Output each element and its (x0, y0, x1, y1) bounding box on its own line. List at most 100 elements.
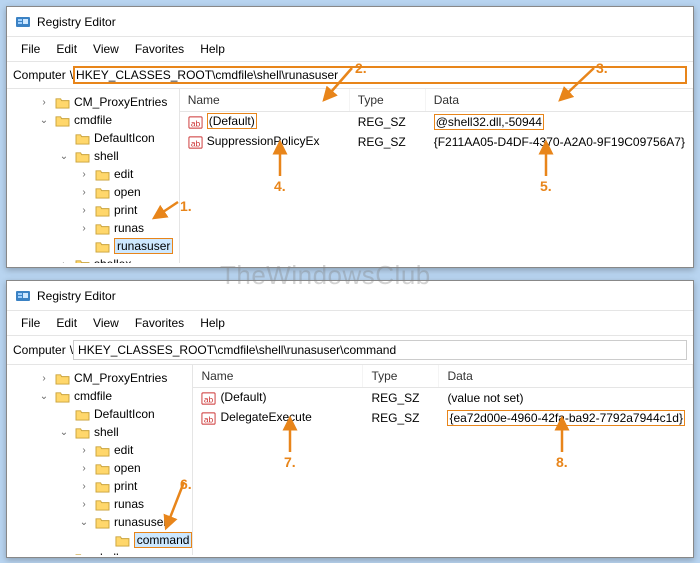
chevron-right-icon[interactable]: › (77, 169, 91, 180)
chevron-right-icon[interactable]: › (37, 97, 51, 108)
tree-item[interactable]: ⌄ cmdfile (7, 387, 192, 405)
tree-item[interactable]: ⌄ cmdfile (7, 111, 179, 129)
tree-label: DefaultIcon (94, 407, 155, 421)
tree-label: runas (114, 497, 144, 511)
cell-name: abSuppressionPolicyEx (180, 134, 350, 149)
tree-pane[interactable]: ›CM_ProxyEntries ⌄ cmdfile DefaultIcon ⌄s… (7, 365, 193, 555)
tree-label: runasuser (114, 238, 173, 254)
chevron-down-icon[interactable]: ⌄ (37, 115, 51, 126)
tree-label: CM_ProxyEntries (74, 95, 167, 109)
menubar: File Edit View Favorites Help (7, 311, 693, 336)
chevron-right-icon[interactable]: › (77, 205, 91, 216)
list-pane[interactable]: Name Type Data ab(Default) REG_SZ @shell… (180, 89, 693, 263)
menu-help[interactable]: Help (192, 313, 233, 333)
tree-item[interactable]: ›open (7, 459, 192, 477)
menu-view[interactable]: View (85, 313, 127, 333)
chevron-right-icon[interactable]: › (57, 259, 71, 264)
titlebar[interactable]: Registry Editor (7, 7, 693, 37)
chevron-right-icon[interactable]: › (57, 553, 71, 556)
chevron-down-icon[interactable]: ⌄ (57, 151, 71, 162)
menu-file[interactable]: File (13, 313, 48, 333)
cell-data: (value not set) (439, 391, 693, 405)
tree-item-selected[interactable]: runasuser (7, 237, 179, 255)
address-path[interactable]: HKEY_CLASSES_ROOT\cmdfile\shell\runasuse… (73, 66, 687, 84)
regedit-window-2: Registry Editor File Edit View Favorites… (6, 280, 694, 558)
menu-help[interactable]: Help (192, 39, 233, 59)
window-title: Registry Editor (37, 15, 116, 29)
tree-label: DefaultIcon (94, 131, 155, 145)
cell-data: {F211AA05-D4DF-4370-A2A0-9F19C09756A7} (426, 135, 693, 149)
chevron-right-icon[interactable]: › (77, 445, 91, 456)
cell-type: REG_SZ (363, 391, 439, 405)
folder-icon (95, 168, 110, 181)
menu-edit[interactable]: Edit (48, 313, 85, 333)
folder-icon (95, 222, 110, 235)
tree-label: cmdfile (74, 389, 112, 403)
tree-item[interactable]: ›edit (7, 441, 192, 459)
list-row[interactable]: abDelegateExecute REG_SZ {ea72d00e-4960-… (193, 408, 693, 428)
tree-item[interactable]: ›CM_ProxyEntries (7, 369, 192, 387)
tree-item[interactable]: › print (7, 477, 192, 495)
row-data: {ea72d00e-4960-42fa-ba92-7792a7944c1d} (447, 410, 685, 426)
tree-label: print (114, 203, 137, 217)
address-label: Computer (13, 343, 66, 357)
chevron-right-icon[interactable]: › (77, 223, 91, 234)
cell-data: @shell32.dll,-50944 (426, 115, 693, 129)
tree-item[interactable]: › CM_ProxyEntries (7, 93, 179, 111)
titlebar[interactable]: Registry Editor (7, 281, 693, 311)
row-data: {F211AA05-D4DF-4370-A2A0-9F19C09756A7} (434, 135, 685, 149)
tree-item[interactable]: ›shellex (7, 255, 179, 263)
chevron-right-icon[interactable]: › (77, 481, 91, 492)
menu-file[interactable]: File (13, 39, 48, 59)
tree-item[interactable]: ›shellex (7, 549, 192, 555)
tree-item[interactable]: ⌄shell (7, 423, 192, 441)
list-row[interactable]: ab(Default) REG_SZ @shell32.dll,-50944 (180, 112, 693, 132)
list-pane[interactable]: Name Type Data ab(Default) REG_SZ (value… (193, 365, 693, 555)
tree-label: print (114, 479, 137, 493)
chevron-right-icon[interactable]: › (37, 373, 51, 384)
list-header: Name Type Data (180, 89, 693, 112)
folder-icon (95, 480, 110, 493)
tree-item[interactable]: ⌄shell (7, 147, 179, 165)
tree-pane[interactable]: › CM_ProxyEntries ⌄ cmdfile DefaultIcon ⌄s… (7, 89, 180, 263)
address-path[interactable]: HKEY_CLASSES_ROOT\cmdfile\shell\runasuse… (73, 340, 687, 360)
chevron-down-icon[interactable]: ⌄ (77, 517, 91, 528)
tree-item[interactable]: ›edit (7, 165, 179, 183)
chevron-down-icon[interactable]: ⌄ (57, 427, 71, 438)
tree-item[interactable]: › runas (7, 495, 192, 513)
address-label: Computer (13, 68, 66, 82)
menu-favorites[interactable]: Favorites (127, 39, 192, 59)
tree-item[interactable]: ›open (7, 183, 179, 201)
body-split: › CM_ProxyEntries ⌄ cmdfile DefaultIcon ⌄s… (7, 89, 693, 263)
chevron-down-icon[interactable]: ⌄ (37, 391, 51, 402)
tree-item[interactable]: DefaultIcon (7, 405, 192, 423)
menu-edit[interactable]: Edit (48, 39, 85, 59)
row-name: SuppressionPolicyEx (207, 134, 320, 148)
folder-icon (115, 534, 130, 547)
list-row[interactable]: abSuppressionPolicyEx REG_SZ {F211AA05-D… (180, 132, 693, 152)
chevron-right-icon[interactable]: › (77, 499, 91, 510)
cell-type: REG_SZ (350, 135, 426, 149)
tree-item[interactable]: › runas (7, 219, 179, 237)
tree-item[interactable]: › print (7, 201, 179, 219)
col-name[interactable]: Name (180, 89, 350, 111)
window-title: Registry Editor (37, 289, 116, 303)
list-row[interactable]: ab(Default) REG_SZ (value not set) (193, 388, 693, 408)
col-data[interactable]: Data (439, 365, 693, 387)
col-name[interactable]: Name (193, 365, 363, 387)
menu-favorites[interactable]: Favorites (127, 313, 192, 333)
chevron-right-icon[interactable]: › (77, 463, 91, 474)
addressbar: Computer \ HKEY_CLASSES_ROOT\cmdfile\she… (7, 336, 693, 365)
col-data[interactable]: Data (426, 89, 693, 111)
tree-label: runas (114, 221, 144, 235)
tree-label: cmdfile (74, 113, 112, 127)
tree-item-selected[interactable]: command (7, 531, 192, 549)
menu-view[interactable]: View (85, 39, 127, 59)
tree-item[interactable]: ⌄runasuser (7, 513, 192, 531)
folder-icon (75, 552, 90, 556)
col-type[interactable]: Type (363, 365, 439, 387)
tree-item[interactable]: DefaultIcon (7, 129, 179, 147)
chevron-right-icon[interactable]: › (77, 187, 91, 198)
string-icon: ab (188, 115, 203, 130)
col-type[interactable]: Type (350, 89, 426, 111)
